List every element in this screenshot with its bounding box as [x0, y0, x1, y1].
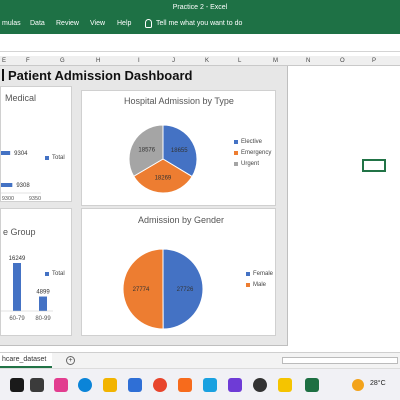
type-chart-card[interactable]: Hospital Admission by Type 18655 18269 185… — [81, 90, 276, 206]
bar-data-label: 9304 — [14, 151, 28, 157]
menu-data[interactable]: Data — [30, 20, 45, 27]
legend-urgent: Urgent — [234, 161, 271, 167]
type-legend: Elective Emergency Urgent — [234, 139, 271, 172]
bar[interactable] — [1, 151, 11, 155]
col-header[interactable]: K — [205, 58, 209, 64]
column-header-row: E F G H I J K L M N O P — [0, 56, 400, 66]
menu-review[interactable]: Review — [56, 20, 79, 27]
col-header[interactable]: E — [2, 58, 6, 64]
file-explorer-icon[interactable] — [103, 378, 117, 392]
col-header[interactable]: O — [340, 58, 345, 64]
formula-area — [0, 34, 400, 52]
pie-data-label: 18655 — [171, 148, 188, 154]
weather-temperature: 28°C — [370, 380, 386, 387]
chrome-icon[interactable] — [153, 378, 167, 392]
excel-icon[interactable] — [305, 378, 319, 392]
powerbi-icon[interactable] — [278, 378, 292, 392]
col-header[interactable]: N — [306, 58, 310, 64]
axis-tick-label: 9300 — [2, 196, 14, 202]
bar[interactable] — [1, 183, 13, 187]
menu-help[interactable]: Help — [117, 20, 131, 27]
axis-tick-label: 9350 — [29, 196, 41, 202]
age-legend: Total — [45, 271, 65, 282]
task-view-icon[interactable] — [30, 378, 44, 392]
bar[interactable] — [13, 263, 21, 311]
tell-me-text: Tell me what you want to do — [156, 20, 243, 27]
bar-data-label: 9308 — [16, 183, 30, 189]
col-header[interactable]: M — [273, 58, 278, 64]
app-icon[interactable] — [228, 378, 242, 392]
sheet-tab-active[interactable]: hcare_dataset — [0, 353, 53, 368]
gender-legend: Female Male — [246, 271, 273, 293]
add-sheet-icon[interactable]: + — [66, 356, 75, 365]
brave-icon[interactable] — [178, 378, 192, 392]
edge-icon[interactable] — [78, 378, 92, 392]
axis-tick-label: 60-79 — [9, 316, 25, 322]
bar[interactable] — [39, 296, 47, 311]
dashboard-title: Patient Admission Dashboard — [0, 68, 192, 83]
weather-icon[interactable] — [352, 379, 364, 391]
selected-cell[interactable] — [362, 159, 386, 172]
col-header[interactable]: F — [26, 58, 30, 64]
start-icon[interactable] — [10, 378, 24, 392]
menu-view[interactable]: View — [90, 20, 105, 27]
bar-data-label: 16249 — [9, 256, 26, 262]
medical-chart-card[interactable]: Medical 9304 9308 9300 9350 Total — [0, 86, 72, 202]
axis-tick-label: 80-99 — [35, 316, 51, 322]
store-icon[interactable] — [128, 378, 142, 392]
col-header[interactable]: G — [60, 58, 65, 64]
worksheet[interactable]: Patient Admission Dashboard Medical 9304… — [0, 66, 400, 352]
title-bar: Practice 2 - Excel — [0, 0, 400, 15]
menu-formulas[interactable]: mulas — [2, 20, 21, 27]
medical-chart-svg: 9304 9308 9300 9350 — [1, 151, 41, 202]
bar-data-label: 4899 — [36, 290, 50, 296]
pie-data-label: 18576 — [138, 148, 155, 154]
excel-window: Practice 2 - Excel mulas Data Review Vie… — [0, 0, 400, 400]
ribbon-menu: mulas Data Review View Help Tell me what… — [0, 15, 400, 34]
pie-data-label: 18269 — [155, 176, 172, 182]
col-header[interactable]: H — [96, 58, 100, 64]
sheet-tabs-bar: hcare_dataset + — [0, 352, 400, 368]
col-header[interactable]: L — [238, 58, 241, 64]
app-icon[interactable] — [203, 378, 217, 392]
col-header[interactable]: P — [372, 58, 376, 64]
pie-data-label: 27774 — [133, 287, 150, 293]
dashboard-panel: Patient Admission Dashboard Medical 9304… — [0, 66, 288, 346]
lightbulb-icon — [145, 19, 152, 28]
legend-female: Female — [246, 271, 273, 277]
app-icon[interactable] — [253, 378, 267, 392]
horizontal-scrollbar[interactable] — [282, 357, 398, 364]
taskbar: 28°C — [0, 368, 400, 400]
legend-male: Male — [246, 282, 273, 288]
window-title: Practice 2 - Excel — [172, 4, 228, 11]
gender-chart-card[interactable]: Admission by Gender 27726 27774 Female Ma… — [81, 208, 276, 336]
medical-legend: Total — [45, 155, 65, 166]
pie-data-label: 27726 — [177, 287, 194, 293]
copilot-icon[interactable] — [54, 378, 68, 392]
age-chart-card[interactable]: e Group 16249 60-79 4899 80-99 Total — [0, 208, 72, 336]
col-header[interactable]: I — [138, 58, 140, 64]
tell-me-search[interactable]: Tell me what you want to do — [145, 19, 242, 28]
col-header[interactable]: J — [172, 58, 175, 64]
legend-emergency: Emergency — [234, 150, 271, 156]
legend-elective: Elective — [234, 139, 271, 145]
